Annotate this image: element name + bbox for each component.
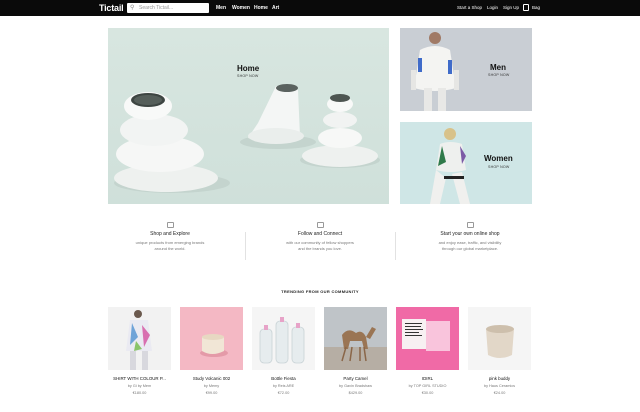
product-brand[interactable]: by Gavin Bradshaw [324, 384, 387, 388]
product-card[interactable]: SHIRT WITH COLOUR P... by Gi by Mem €180… [108, 307, 171, 395]
start-a-shop-link[interactable]: Start a Shop [457, 5, 482, 10]
shopping-bag-icon [166, 222, 174, 228]
product-price: €72.00 [277, 391, 290, 395]
product-name[interactable]: Party Camel [324, 376, 387, 381]
men-model-image [411, 32, 459, 111]
heart-icon [316, 222, 324, 228]
hero-title: Home [237, 64, 260, 73]
search-placeholder: Search Tictail... [139, 4, 174, 11]
product-image[interactable] [180, 307, 243, 370]
bag-icon[interactable] [523, 4, 529, 11]
feature-follow-and-connect: Follow and Connect with our community of… [252, 222, 388, 262]
search-input[interactable]: ⚲ Search Tictail... [127, 3, 209, 13]
feature-description: with our community of fellow shoppers an… [252, 240, 388, 252]
product-name[interactable]: Study Volcanic 002 [180, 376, 243, 381]
men-shop-now[interactable]: SHOP NOW [488, 73, 510, 77]
product-price: €30.00 [421, 391, 434, 395]
search-icon: ⚲ [130, 5, 135, 11]
product-price: €99.00 [205, 391, 218, 395]
feature-title: Follow and Connect [297, 231, 343, 237]
product-card[interactable]: Study Volcanic 002 by Memy €99.00 [180, 307, 243, 395]
nav-item-men[interactable]: Men [216, 5, 226, 11]
product-price: €180.00 [132, 391, 147, 395]
product-image[interactable] [252, 307, 315, 370]
product-brand[interactable]: by Reis ARE [252, 384, 315, 388]
feature-description: unique products from emerging brands aro… [102, 240, 238, 252]
divider [245, 232, 246, 260]
bag-link[interactable]: Bag [532, 5, 540, 10]
store-icon [466, 222, 474, 228]
divider [395, 232, 396, 260]
nav-item-home[interactable]: Home [254, 5, 268, 11]
product-name[interactable]: pink buddy [468, 376, 531, 381]
product-image[interactable] [108, 307, 171, 370]
feature-desc-line: around the world. [154, 246, 186, 251]
product-image[interactable] [324, 307, 387, 370]
product-card[interactable]: IDIRL by TOP GIRL STUDIO €30.00 [396, 307, 459, 395]
men-category-tile[interactable]: Men SHOP NOW [400, 28, 532, 111]
ceramic-vases-image [114, 84, 380, 193]
men-tile-title: Men [490, 63, 506, 72]
trending-section-title: TRENDING FROM OUR COMMUNITY [281, 289, 359, 294]
feature-title[interactable]: Start your own online shop [402, 231, 538, 237]
women-category-tile[interactable]: Women SHOP NOW [400, 122, 532, 204]
feature-description: and enjoy ease, traffic, and visibility … [402, 240, 538, 252]
product-price: €24.00 [493, 391, 506, 395]
product-price: $429.00 [348, 391, 363, 395]
product-card[interactable]: Party Camel by Gavin Bradshaw $429.00 [324, 307, 387, 395]
product-image[interactable] [468, 307, 531, 370]
product-brand[interactable]: by Haus Ceramics [468, 384, 531, 388]
product-brand[interactable]: by TOP GIRL STUDIO [396, 384, 459, 388]
product-name[interactable]: Bottle Fiesta [252, 376, 315, 381]
feature-desc-line: and the brands you love. [298, 246, 342, 251]
product-name[interactable]: SHIRT WITH COLOUR P... [108, 376, 171, 381]
product-image[interactable] [396, 307, 459, 370]
feature-shop-and-explore: Shop and Explore unique products from em… [102, 222, 238, 262]
hero-home-banner[interactable]: Home SHOP NOW [108, 28, 389, 204]
nav-item-women[interactable]: Women [232, 5, 250, 11]
product-card[interactable]: pink buddy by Haus Ceramics €24.00 [468, 307, 531, 395]
top-navigation-bar: Tictail ⚲ Search Tictail... Men Women Ho… [0, 0, 640, 16]
product-name[interactable]: IDIRL [396, 376, 459, 381]
feature-title: Shop and Explore [150, 231, 190, 237]
product-brand[interactable]: by Memy [180, 384, 243, 388]
product-card[interactable]: Bottle Fiesta by Reis ARE €72.00 [252, 307, 315, 395]
feature-start-online-shop: Start your own online shop and enjoy eas… [402, 222, 538, 262]
women-tile-title: Women [484, 154, 513, 163]
login-link[interactable]: Login [487, 5, 498, 10]
feature-desc-line: through our global marketplace. [441, 246, 499, 251]
women-shop-now[interactable]: SHOP NOW [488, 165, 510, 169]
hero-shop-now[interactable]: SHOP NOW [237, 74, 259, 78]
nav-item-art[interactable]: Art [272, 5, 279, 11]
product-brand[interactable]: by Gi by Mem [108, 384, 171, 388]
tictail-logo[interactable]: Tictail [99, 3, 124, 13]
sign-up-link[interactable]: Sign Up [503, 5, 519, 10]
women-model-image [430, 128, 470, 204]
